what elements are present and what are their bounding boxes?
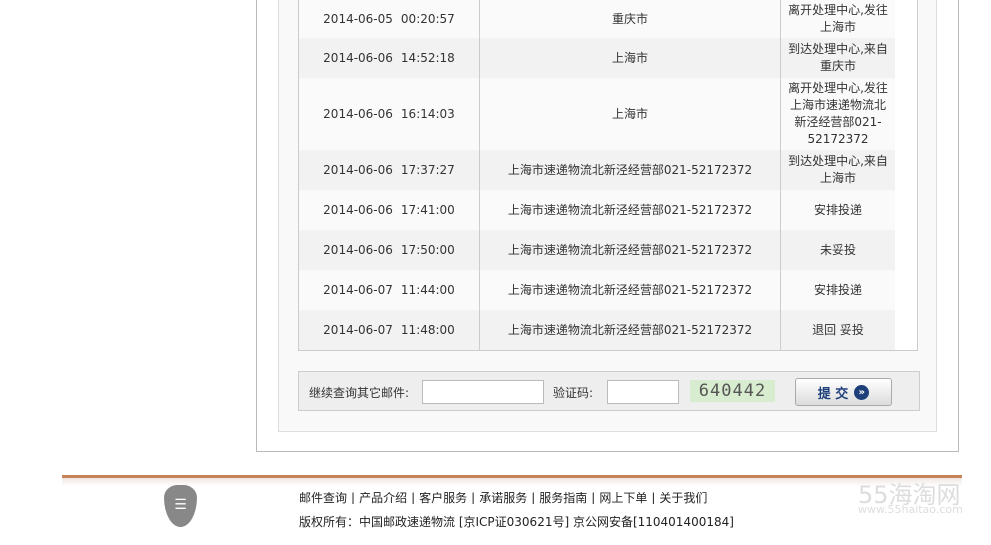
status-cell: 到达处理中心,来自重庆市: [788, 42, 888, 73]
datetime-cell: 2014-06-06 17:50:00: [299, 230, 480, 270]
location-cell: 上海市: [480, 78, 781, 150]
table-row: 2014-06-06 17:41:00 上海市速递物流北新泾经营部021-52172…: [299, 190, 895, 230]
status-cell: 到达处理中心,来自上海市: [788, 154, 888, 185]
datetime-cell: 2014-06-06 14:52:18: [299, 38, 480, 78]
footer-link[interactable]: 邮件查询: [299, 492, 347, 504]
status-cell: 安排投递: [813, 282, 862, 297]
location-cell: 上海市: [480, 38, 781, 78]
location-cell: 上海市速递物流北新泾经营部021-52172372: [480, 150, 781, 190]
tracking-table: 2014-06-05 00:20:57 重庆市 离开处理中心,发往上海市 2014-06…: [298, 0, 918, 351]
location-cell: 上海市速递物流北新泾经营部021-52172372: [480, 190, 781, 230]
footer-link[interactable]: 产品介绍: [359, 492, 407, 504]
time: 00:20:57: [400, 11, 455, 26]
table-row: 2014-06-06 16:14:03 上海市 离开处理中心,发往上海市速递物流北新泾…: [299, 78, 895, 150]
location-cell: 上海市速递物流北新泾经营部021-52172372: [480, 310, 781, 350]
location-cell: 上海市速递物流北新泾经营部021-52172372: [480, 270, 781, 310]
date: 2014-06-06: [323, 162, 393, 177]
datetime-cell: 2014-06-05 00:20:57: [299, 0, 480, 38]
link-separator: |: [591, 492, 596, 504]
table-row: 2014-06-06 17:50:00 上海市速递物流北新泾经营部021-52172…: [299, 230, 895, 270]
date: 2014-06-06: [323, 242, 393, 257]
datetime-cell: 2014-06-07 11:48:00: [299, 310, 480, 350]
query-form: 继续查询其它邮件: 验证码: 640442 提 交 »: [298, 371, 920, 411]
datetime-cell: 2014-06-06 17:37:27: [299, 150, 480, 190]
footer-link[interactable]: 承诺服务: [479, 492, 527, 504]
time: 11:48:00: [400, 322, 455, 337]
date: 2014-06-06: [323, 202, 393, 217]
footer-link[interactable]: 网上下单: [599, 492, 647, 504]
double-chevron-right-icon: »: [854, 384, 870, 400]
date: 2014-06-05: [323, 11, 393, 26]
datetime-cell: 2014-06-06 16:14:03: [299, 78, 480, 150]
status-cell: 离开处理中心,发往上海市: [788, 3, 888, 34]
ems-logo: ☰: [164, 485, 197, 527]
date: 2014-06-07: [323, 282, 393, 297]
location-cell: 上海市速递物流北新泾经营部021-52172372: [480, 230, 781, 270]
date: 2014-06-06: [323, 106, 393, 121]
location-cell: 重庆市: [480, 0, 781, 38]
table-row: 2014-06-06 17:37:27 上海市速递物流北新泾经营部021-52172…: [299, 150, 895, 190]
time: 17:41:00: [400, 202, 455, 217]
time: 17:37:27: [400, 162, 455, 177]
datetime-cell: 2014-06-06 17:41:00: [299, 190, 480, 230]
captcha-input[interactable]: [607, 380, 679, 404]
link-separator: |: [651, 492, 656, 504]
submit-button[interactable]: 提 交 »: [795, 378, 892, 406]
date: 2014-06-07: [323, 322, 393, 337]
copyright-text: 版权所有：中国邮政速递物流 [京ICP证030621号] 京公网安备[11040…: [299, 515, 734, 529]
status-cell: 安排投递: [813, 202, 862, 217]
table-row: 2014-06-07 11:48:00 上海市速递物流北新泾经营部021-52172…: [299, 310, 895, 350]
footer-divider-shadow: [62, 478, 962, 486]
table-row: 2014-06-06 14:52:18 上海市 到达处理中心,来自重庆市: [299, 38, 895, 78]
footer-link[interactable]: 服务指南: [539, 492, 587, 504]
link-separator: |: [351, 492, 356, 504]
link-separator: |: [471, 492, 476, 504]
datetime-cell: 2014-06-07 11:44:00: [299, 270, 480, 310]
table-row: 2014-06-07 11:44:00 上海市速递物流北新泾经营部021-52172…: [299, 270, 895, 310]
status-cell: 退回 妥投: [812, 322, 864, 337]
status-cell: 未妥投: [819, 242, 856, 257]
tracking-number-input[interactable]: [422, 380, 544, 404]
time: 16:14:03: [400, 106, 455, 121]
time: 14:52:18: [400, 50, 455, 65]
footer-links: 邮件查询 | 产品介绍 | 客户服务 | 承诺服务 | 服务指南 | 网上下单 | 关于我们: [299, 492, 711, 504]
captcha-image[interactable]: 640442: [690, 380, 775, 402]
time: 17:50:00: [400, 242, 455, 257]
date: 2014-06-06: [323, 50, 393, 65]
link-separator: |: [531, 492, 536, 504]
submit-label: 提 交: [817, 386, 849, 402]
time: 11:44:00: [400, 282, 455, 297]
footer-link[interactable]: 关于我们: [659, 492, 707, 504]
query-label: 继续查询其它邮件:: [309, 386, 410, 400]
table-row: 2014-06-05 00:20:57 重庆市 离开处理中心,发往上海市: [299, 0, 895, 38]
link-separator: |: [411, 492, 416, 504]
captcha-label: 验证码:: [553, 386, 594, 400]
footer-link[interactable]: 客户服务: [419, 492, 467, 504]
status-cell: 离开处理中心,发往上海市速递物流北新泾经营部021-52172372: [788, 81, 888, 146]
watermark-url: www.55haitao.com: [858, 503, 963, 516]
